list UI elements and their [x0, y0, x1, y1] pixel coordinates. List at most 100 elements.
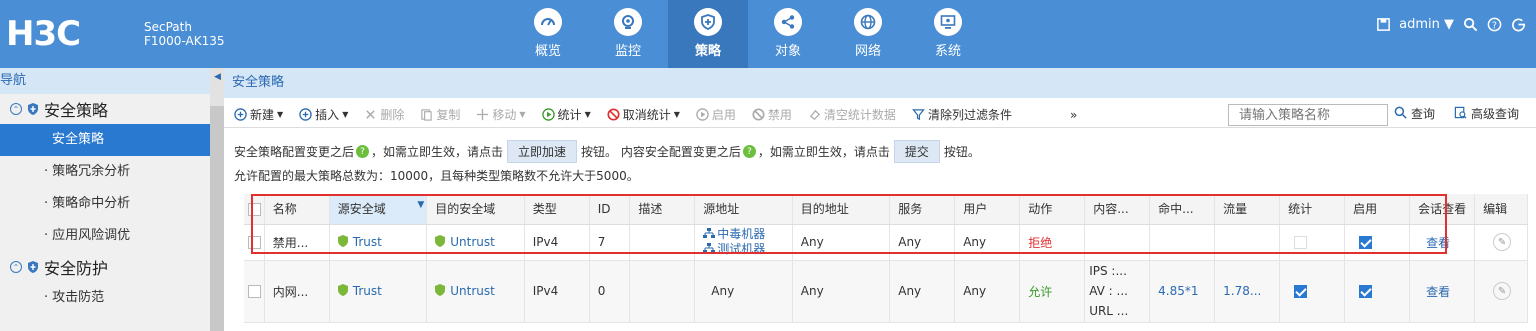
- zone-label: Trust: [352, 235, 382, 249]
- clear-stats-button[interactable]: 清空统计数据: [800, 103, 904, 127]
- help-icon[interactable]: ?: [742, 145, 756, 158]
- cancel-stats-button[interactable]: 取消统计 ▼: [599, 103, 688, 127]
- cell-hits: [1149, 224, 1216, 261]
- edit-pencil-icon[interactable]: ✎: [1493, 282, 1512, 300]
- new-button[interactable]: 新建 ▼: [224, 103, 291, 127]
- tab-objects[interactable]: 对象: [748, 0, 828, 68]
- shield-icon: [28, 261, 38, 273]
- sidebar-item-hit-analysis[interactable]: · 策略命中分析: [0, 188, 210, 220]
- row-checkbox-cell[interactable]: [244, 224, 265, 261]
- table-row[interactable]: 禁用... Trust Untrust IPv4 7 中毒机器 测试机器 Any…: [244, 224, 1528, 261]
- sidebar-item-redundancy-analysis[interactable]: · 策略冗余分析: [0, 156, 210, 188]
- policy-limit-notice: 允许配置的最大策略总数为：10000，且每种类型策略数不允许大于5000。: [234, 169, 639, 183]
- col-service[interactable]: 服务: [889, 194, 956, 225]
- move-button[interactable]: 移动 ▼: [468, 103, 533, 127]
- tab-policy[interactable]: 策略: [668, 0, 748, 68]
- sidebar-group-security-policy[interactable]: ⌃ 安全策略: [0, 94, 210, 124]
- sidebar-item-attack-defense[interactable]: · 攻击防范: [0, 282, 210, 314]
- cell-hits[interactable]: 4.85*1: [1149, 260, 1216, 323]
- stats-checkbox[interactable]: [1294, 236, 1308, 249]
- col-name[interactable]: 名称: [264, 194, 330, 225]
- col-session[interactable]: 会话查看: [1409, 194, 1476, 225]
- stats-button[interactable]: 统计 ▼: [534, 103, 599, 127]
- stats-checkbox[interactable]: [1294, 285, 1308, 298]
- tab-monitor[interactable]: 监控: [588, 0, 668, 68]
- caret-down-icon: ▼: [342, 110, 349, 119]
- accelerate-now-button[interactable]: 立即加速: [507, 140, 578, 163]
- src-addr-label: 中毒机器: [717, 227, 766, 241]
- cell-traffic[interactable]: 1.78...: [1214, 260, 1281, 323]
- row-checkbox-cell[interactable]: [244, 260, 265, 323]
- notice-text: 安全策略配置变更之后: [234, 145, 355, 159]
- enabled-checkbox[interactable]: [1359, 285, 1373, 298]
- select-all-checkbox-cell[interactable]: [244, 194, 265, 225]
- col-src-addr[interactable]: 源地址: [694, 194, 793, 225]
- insert-button[interactable]: 插入 ▼: [291, 103, 356, 127]
- query-label: 查询: [1411, 107, 1436, 121]
- help-icon[interactable]: ?: [356, 145, 370, 158]
- disable-button[interactable]: 禁用: [744, 103, 800, 127]
- advanced-query-button[interactable]: 高级查询: [1454, 105, 1519, 122]
- col-enabled[interactable]: 启用: [1344, 194, 1411, 225]
- clear-filter-button[interactable]: 清除列过滤条件: [904, 103, 1020, 127]
- col-user[interactable]: 用户: [954, 194, 1021, 225]
- cell-src-zone: Trust: [329, 224, 428, 261]
- col-stats[interactable]: 统计: [1279, 194, 1346, 225]
- row-checkbox[interactable]: [248, 285, 261, 298]
- clear-stats-label: 清空统计数据: [823, 108, 896, 122]
- col-dst-zone[interactable]: 目的安全域: [426, 194, 525, 225]
- copy-label: 复制: [436, 108, 461, 122]
- col-type[interactable]: 类型: [524, 194, 590, 225]
- cell-edit: ✎: [1474, 260, 1528, 323]
- col-traffic[interactable]: 流量: [1214, 194, 1281, 225]
- edit-pencil-icon[interactable]: ✎: [1493, 233, 1512, 251]
- save-icon[interactable]: [1375, 16, 1391, 32]
- plus-circle-icon: [234, 108, 247, 121]
- zone-label: Untrust: [450, 235, 495, 249]
- col-src-zone[interactable]: 源安全域 ▼: [329, 194, 428, 225]
- col-desc[interactable]: 描述: [629, 194, 696, 225]
- col-hits[interactable]: 命中...: [1149, 194, 1216, 225]
- col-action[interactable]: 动作: [1019, 194, 1086, 225]
- submit-button[interactable]: 提交: [893, 140, 940, 163]
- sidebar-item-app-risk-tuning[interactable]: · 应用风险调优: [0, 220, 210, 252]
- tab-system[interactable]: 系统: [908, 0, 988, 68]
- enable-button[interactable]: 启用: [688, 103, 744, 127]
- no-entry-icon: [752, 108, 765, 121]
- column-filter-icon[interactable]: ▼: [417, 200, 424, 210]
- tab-network[interactable]: 网络: [828, 0, 908, 68]
- query-button[interactable]: 查询: [1394, 105, 1435, 122]
- caret-down-icon: ▼: [673, 110, 680, 119]
- row-checkbox[interactable]: [248, 236, 261, 249]
- collapse-sidebar-icon[interactable]: ◀: [214, 72, 221, 82]
- session-view-link[interactable]: 查看: [1426, 236, 1450, 250]
- col-src-zone-label: 源安全域: [337, 202, 386, 217]
- caret-down-icon: ▼: [584, 110, 591, 119]
- sidebar-item-security-policy[interactable]: 安全策略: [0, 124, 210, 156]
- session-view-link[interactable]: 查看: [1426, 285, 1450, 299]
- select-all-checkbox[interactable]: [248, 202, 261, 216]
- delete-button[interactable]: 删除: [356, 103, 412, 127]
- tab-overview[interactable]: 概览: [508, 0, 588, 68]
- col-dst-addr[interactable]: 目的地址: [792, 194, 891, 225]
- delete-label: 删除: [380, 108, 405, 122]
- logout-icon[interactable]: [1510, 16, 1526, 32]
- enabled-checkbox[interactable]: [1359, 236, 1373, 249]
- sidebar-group-security-protection[interactable]: ⌃ 安全防护: [0, 252, 210, 282]
- model-line-2: F1000-AK135: [144, 34, 225, 48]
- policy-search-input[interactable]: [1228, 104, 1388, 126]
- table-row[interactable]: 内网... Trust Untrust IPv4 0 Any Any Any A…: [244, 260, 1528, 323]
- cell-dst-zone: Untrust: [426, 224, 525, 261]
- user-menu[interactable]: admin ▼: [1399, 17, 1454, 32]
- search-icon[interactable]: [1462, 16, 1478, 32]
- col-edit[interactable]: 编辑: [1474, 194, 1528, 225]
- cell-dst-addr: Any: [792, 260, 891, 323]
- col-content[interactable]: 内容...: [1084, 194, 1151, 225]
- cell-enabled: [1344, 260, 1411, 323]
- more-button[interactable]: »: [1020, 103, 1085, 127]
- sidebar-scrollbar[interactable]: [210, 106, 224, 331]
- help-icon[interactable]: ?: [1486, 16, 1502, 32]
- copy-icon: [420, 108, 433, 121]
- copy-button[interactable]: 复制: [412, 103, 468, 127]
- col-id[interactable]: ID: [589, 194, 631, 225]
